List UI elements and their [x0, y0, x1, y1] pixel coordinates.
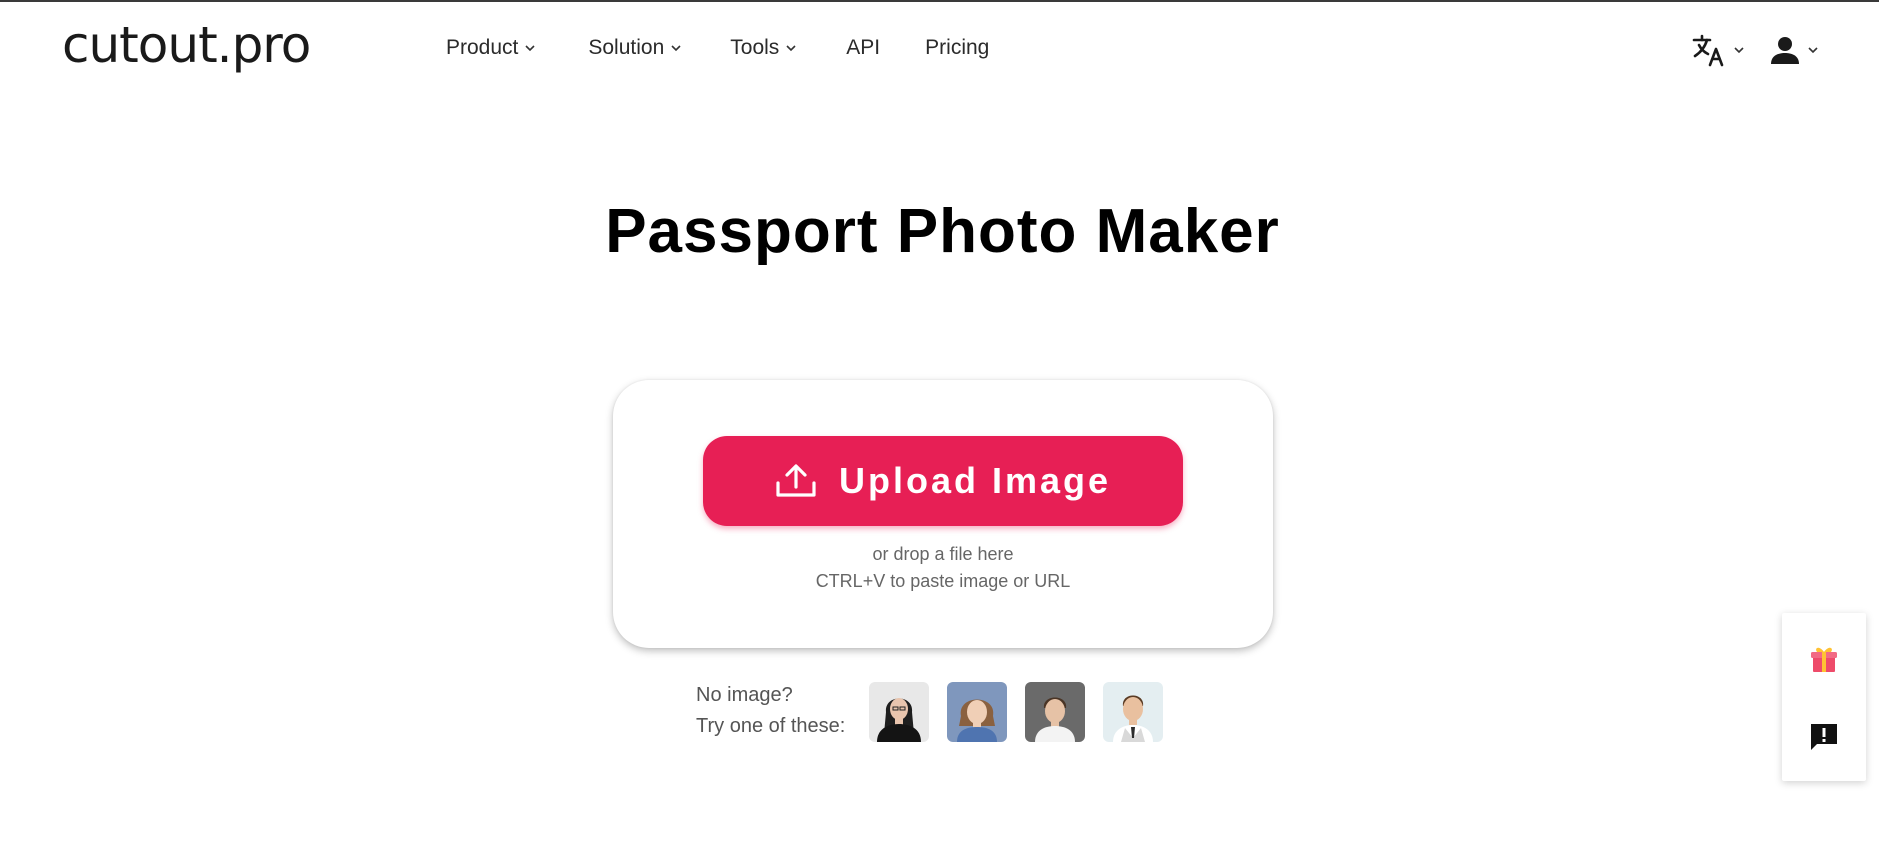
sample-thumbnail-boy-vest[interactable] [1103, 682, 1164, 742]
nav-product[interactable]: Product [446, 36, 536, 60]
sample-thumbnail-girl[interactable] [947, 682, 1008, 742]
sample-thumbnail-boy[interactable] [1025, 682, 1086, 742]
feedback-icon[interactable] [1808, 721, 1840, 753]
sample-images: No image? Try one of these: [696, 682, 1181, 742]
translate-icon [1692, 34, 1724, 67]
upload-dropzone[interactable]: Upload Image or drop a file here CTRL+V … [613, 380, 1273, 648]
nav-pricing[interactable]: Pricing [925, 36, 989, 60]
main-nav: Product Solution Tools API Pricing [446, 36, 989, 60]
sample-prompt-line1: No image? [696, 684, 793, 706]
logo[interactable]: cutout.pro [62, 16, 311, 74]
nav-tools-label: Tools [730, 36, 780, 59]
sample-boy-vest-portrait [1103, 682, 1164, 742]
gift-icon[interactable] [1808, 643, 1840, 675]
sample-boy-portrait [1025, 682, 1086, 742]
page-title: Passport Photo Maker [605, 197, 1280, 266]
sample-prompt-line2: Try one of these: [696, 715, 846, 737]
nav-api[interactable]: API [846, 36, 880, 60]
sample-girl-portrait [947, 682, 1008, 742]
upload-button-label: Upload Image [838, 460, 1112, 501]
paste-hint: CTRL+V to paste image or URL [815, 571, 1071, 591]
chevron-down-icon [525, 45, 535, 52]
floating-side-widget [1782, 613, 1866, 781]
account-menu[interactable] [1769, 34, 1819, 66]
language-selector[interactable] [1691, 32, 1745, 68]
upload-icon [776, 464, 816, 497]
sample-woman-portrait [869, 682, 930, 742]
user-icon [1771, 37, 1799, 64]
nav-solution[interactable]: Solution [588, 36, 682, 60]
drop-hint: or drop a file here [872, 544, 1014, 564]
chevron-down-icon [786, 45, 796, 52]
nav-pricing-label: Pricing [925, 36, 990, 59]
nav-tools[interactable]: Tools [730, 36, 797, 60]
header-tools [1691, 32, 1819, 68]
nav-api-label: API [846, 36, 881, 59]
chevron-down-icon [1808, 47, 1818, 54]
sample-thumbnails [869, 682, 1181, 742]
chevron-down-icon [671, 45, 681, 52]
nav-product-label: Product [446, 36, 519, 59]
upload-image-button[interactable]: Upload Image [703, 436, 1183, 526]
nav-solution-label: Solution [588, 36, 665, 59]
site-header: cutout.pro Product Solution Tools API Pr… [0, 2, 1879, 98]
sample-prompt: No image? Try one of these: [696, 680, 845, 742]
sample-thumbnail-woman[interactable] [869, 682, 930, 742]
chevron-down-icon [1734, 47, 1744, 54]
